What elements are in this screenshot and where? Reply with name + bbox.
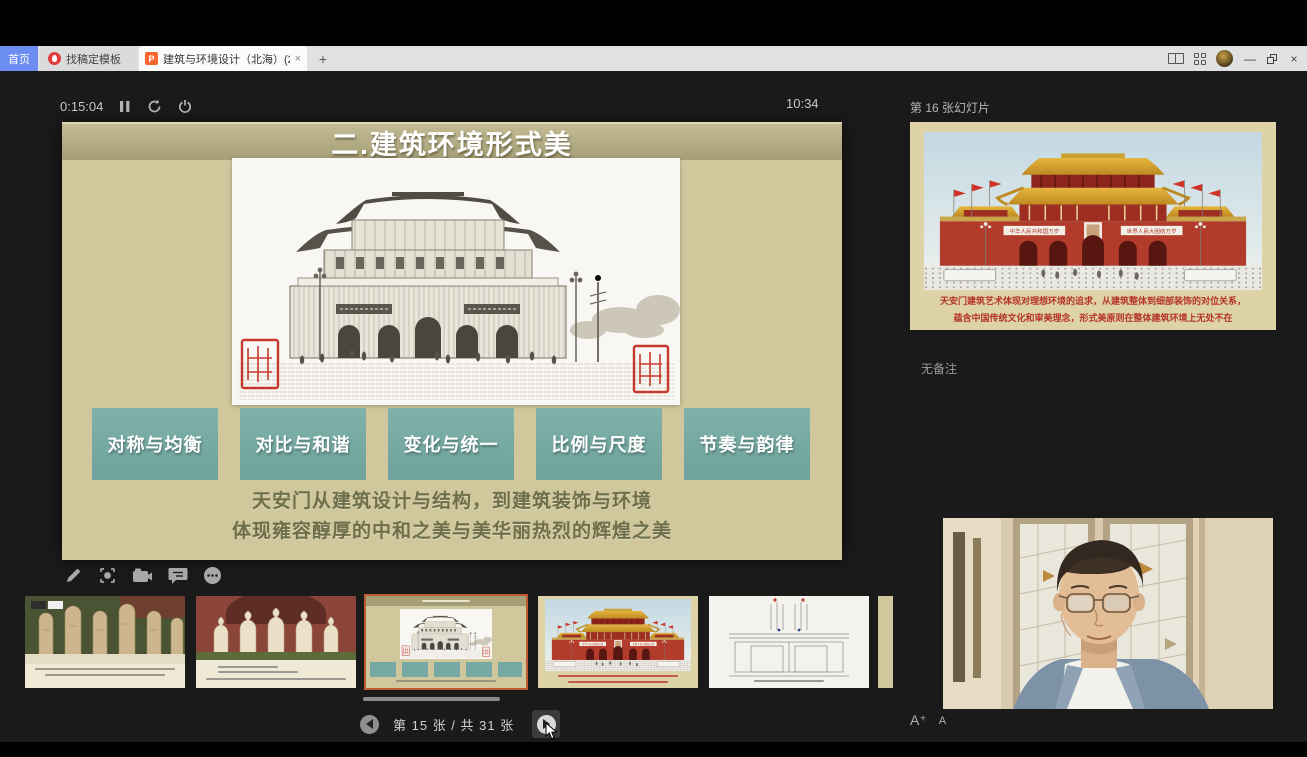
end-show-power-button[interactable]	[178, 99, 192, 114]
feature-box-proportion: 比例与尺度	[536, 408, 662, 480]
thumbnail-slide-18-partial[interactable]	[878, 596, 893, 688]
tab-close-icon[interactable]: ×	[295, 53, 301, 65]
minimize-button[interactable]: —	[1243, 52, 1257, 66]
camera-button[interactable]	[132, 567, 153, 589]
thumbnail-slide-13[interactable]	[25, 596, 185, 688]
feature-box-rhythm: 节奏与韵律	[684, 408, 810, 480]
thumbnail-slide-17[interactable]	[709, 596, 869, 688]
pause-button[interactable]	[119, 100, 131, 113]
mouse-cursor	[545, 722, 558, 740]
presentation-stage: 0:15:04 10:34 二.建筑环境形式美 对称与均衡 对比与和谐	[0, 71, 1307, 742]
next-slide-button[interactable]	[532, 710, 560, 738]
slide-title-band: 二.建筑环境形式美	[62, 122, 842, 160]
notes-font-decrease-button[interactable]: A	[939, 715, 946, 729]
slide-caption-line1: 天安门从建筑设计与结构，到建筑装饰与环境	[62, 486, 842, 513]
prev-slide-button[interactable]	[360, 715, 379, 734]
next-slide-preview[interactable]: 天安门建筑艺术体现对理想环境的追求，从建筑整体到细部装饰的对位关系， 蕴含中国传…	[910, 122, 1276, 330]
wall-clock: 10:34	[786, 96, 819, 111]
feature-box-variation: 变化与统一	[388, 408, 514, 480]
new-tab-button[interactable]: +	[312, 46, 334, 71]
comment-button[interactable]	[168, 567, 188, 590]
next-slide-header: 第 16 张幻灯片	[910, 99, 990, 116]
slide-canvas[interactable]: 二.建筑环境形式美 对称与均衡 对比与和谐 变化与统一 比例与尺度 节奏与韵律 …	[62, 122, 842, 560]
template-tab-label: 找稿定模板	[66, 51, 121, 67]
notes-placeholder: 无备注	[921, 360, 957, 377]
application-window: 首页 找稿定模板 P 建筑与环境设计（北海）(2).pptx × + — × 0…	[0, 0, 1307, 757]
feature-box-contrast: 对比与和谐	[240, 408, 366, 480]
preview-caption-line2: 蕴含中国传统文化和审美理念，形式美原则在整体建筑环境上无处不在	[910, 311, 1276, 324]
user-avatar[interactable]	[1216, 50, 1233, 67]
webcam-video	[943, 518, 1273, 709]
laser-pointer-button[interactable]	[98, 566, 117, 590]
document-tab[interactable]: P 建筑与环境设计（北海）(2).pptx ×	[139, 46, 307, 71]
slide-title: 二.建筑环境形式美	[331, 123, 573, 162]
ppt-file-icon: P	[145, 52, 158, 65]
thumbnail-slide-16[interactable]	[538, 596, 698, 688]
apps-grid-icon[interactable]	[1194, 53, 1206, 65]
pen-tool-button[interactable]	[64, 566, 83, 590]
thumbnail-slide-15-current[interactable]	[366, 596, 526, 688]
slide-caption-line2: 体现雍容醇厚的中和之美与美华丽热烈的辉煌之美	[62, 516, 842, 543]
window-layout-icon[interactable]	[1168, 53, 1184, 64]
restart-timer-button[interactable]	[147, 99, 162, 114]
browser-tabbar: 首页 找稿定模板 P 建筑与环境设计（北海）(2).pptx × + — ×	[0, 46, 1307, 71]
home-tab[interactable]: 首页	[0, 46, 38, 71]
template-tab[interactable]: 找稿定模板	[40, 46, 137, 71]
thumbnail-slide-14[interactable]	[196, 596, 356, 688]
gaoding-template-icon	[48, 52, 61, 65]
rehearsal-timer: 0:15:04	[60, 99, 103, 114]
tiananmen-engraving-image	[232, 158, 680, 405]
document-tab-label: 建筑与环境设计（北海）(2).pptx	[163, 51, 290, 67]
presenter-toolbar	[64, 566, 222, 590]
slide-position-label: 第 15 张 / 共 31 张	[393, 715, 514, 734]
notes-font-increase-button[interactable]: A⁺	[910, 712, 927, 729]
restore-button[interactable]	[1267, 54, 1277, 64]
slide-feature-buttons: 对称与均衡 对比与和谐 变化与统一 比例与尺度 节奏与韵律	[62, 408, 842, 480]
feature-box-symmetry: 对称与均衡	[92, 408, 218, 480]
preview-caption-line1: 天安门建筑艺术体现对理想环境的追求，从建筑整体到细部装饰的对位关系，	[910, 294, 1276, 307]
filmstrip-scrollbar[interactable]	[363, 697, 500, 701]
close-button[interactable]: ×	[1287, 52, 1301, 66]
more-tools-button[interactable]	[203, 566, 222, 590]
